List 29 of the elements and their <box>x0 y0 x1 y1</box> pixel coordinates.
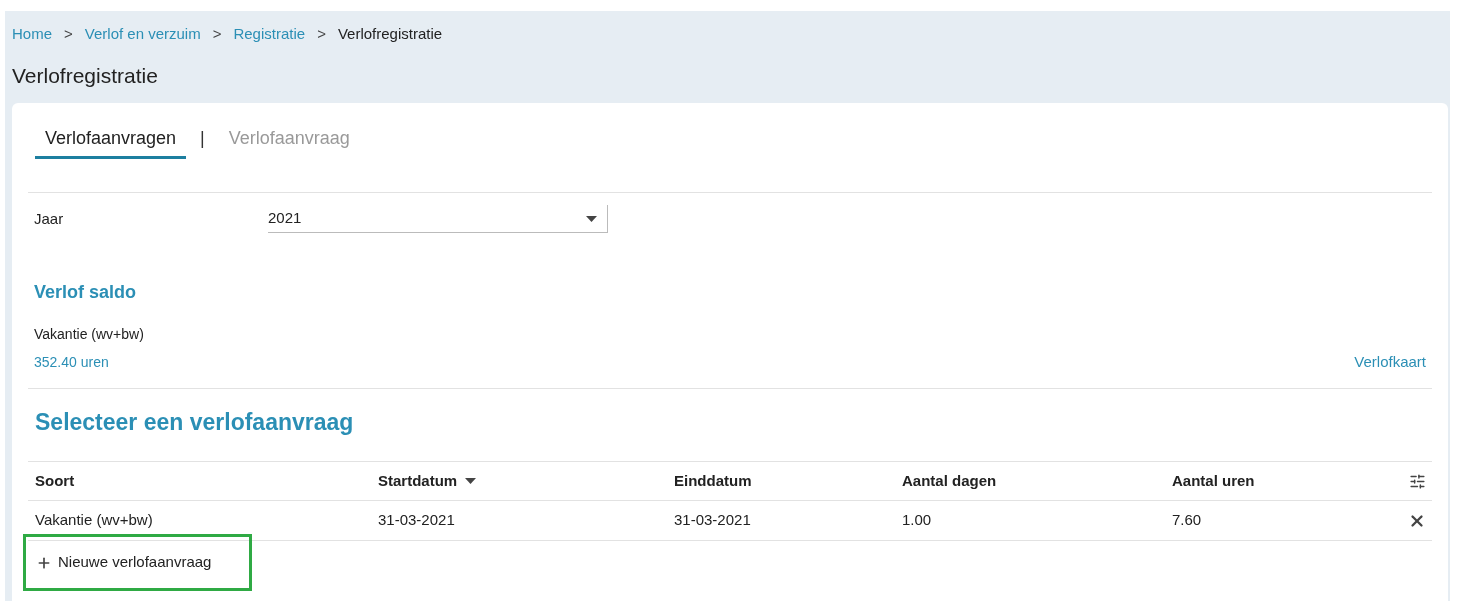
page-title: Verlofregistratie <box>12 62 159 89</box>
sort-caret-icon <box>465 478 477 484</box>
column-settings-icon[interactable] <box>1409 472 1426 490</box>
table-cell-text: Vakantie (wv+bw) <box>34 510 154 531</box>
breadcrumb-current: Verlofregistratie <box>337 24 443 44</box>
breadcrumb-separator: > <box>316 24 327 44</box>
saldo-amount: 352.40 uren <box>34 352 109 372</box>
column-header[interactable]: Soort <box>35 469 75 493</box>
year-dropdown[interactable]: 2021 <box>268 205 608 233</box>
column-header[interactable]: Einddatum <box>674 469 752 493</box>
column-header[interactable]: Aantal dagen <box>902 469 997 493</box>
table-cell-text: 7.60 <box>1171 510 1203 531</box>
breadcrumb-separator: > <box>63 24 74 44</box>
table-row[interactable]: Vakantie (wv+bw) 31-03-2021 31-03-2021 1.00 7.60 <box>28 501 1432 541</box>
table-cell-text: 1.00 <box>901 510 933 531</box>
field-label: Jaar <box>34 208 65 229</box>
new-request-button[interactable]: Nieuwe verlofaanvraag <box>23 534 252 591</box>
saldo-type: Vakantie (wv+bw) <box>34 325 145 344</box>
tab-separator: | <box>200 127 205 150</box>
caret-icon <box>586 215 597 222</box>
breadcrumb-separator: > <box>211 24 223 44</box>
tab[interactable]: Verlofaanvragen <box>35 125 187 159</box>
table-title: Selecteer een verlofaanvraag <box>34 407 355 437</box>
column-header[interactable]: Startdatum <box>378 469 458 493</box>
table-cell-text: 31-03-2021 <box>673 510 752 531</box>
verlofkaart-link[interactable]: Verlofkaart <box>1354 351 1426 374</box>
table-cell-text: 31-03-2021 <box>377 510 456 531</box>
section-title: Verlof saldo <box>34 281 138 304</box>
column-header[interactable]: Aantal uren <box>1172 469 1255 493</box>
